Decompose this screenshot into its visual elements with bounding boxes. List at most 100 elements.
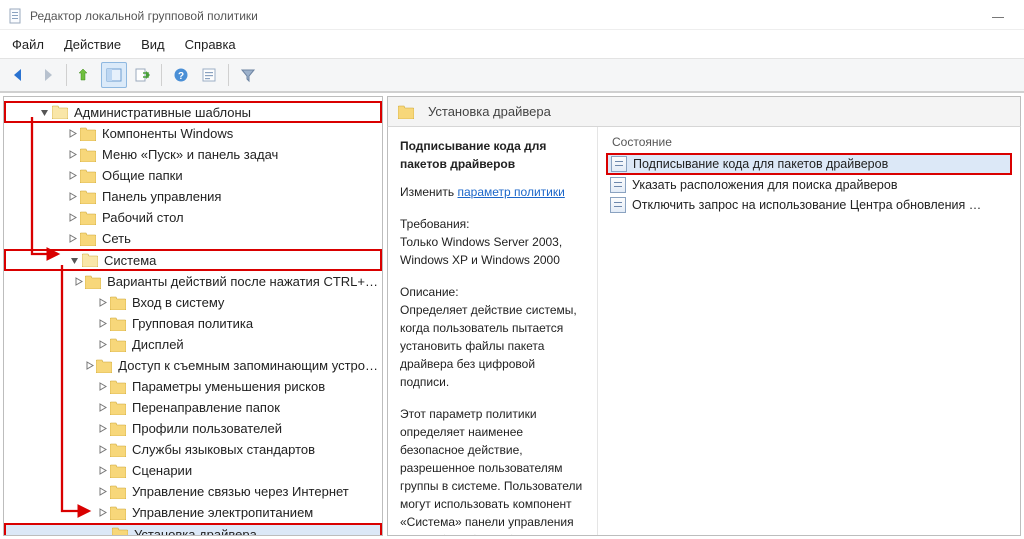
chevron-right-icon[interactable] bbox=[94, 508, 110, 517]
chevron-right-icon[interactable] bbox=[94, 403, 110, 412]
menu-file[interactable]: Файл bbox=[12, 37, 44, 52]
tree-item[interactable]: Панель управления bbox=[4, 186, 382, 207]
tree-item-driver-install[interactable]: Установка драйвера bbox=[4, 523, 382, 536]
show-hide-tree-button[interactable] bbox=[101, 62, 127, 88]
forward-button[interactable] bbox=[34, 62, 60, 88]
chevron-right-icon[interactable] bbox=[64, 171, 80, 180]
chevron-right-icon[interactable] bbox=[94, 298, 110, 307]
back-button[interactable] bbox=[6, 62, 32, 88]
minimize-button[interactable] bbox=[992, 13, 1006, 18]
menubar: Файл Действие Вид Справка bbox=[0, 30, 1024, 58]
folder-icon bbox=[80, 127, 96, 141]
setting-row[interactable]: Подписывание кода для пакетов драйверов bbox=[606, 153, 1012, 175]
settings-list: Состояние Подписывание кода для пакетов … bbox=[598, 127, 1020, 535]
chevron-down-icon[interactable] bbox=[66, 256, 82, 265]
tree-item-label: Административные шаблоны bbox=[74, 105, 251, 120]
setting-title: Подписывание кода для пакетов драйверов bbox=[400, 137, 585, 173]
chevron-right-icon[interactable] bbox=[64, 129, 80, 138]
change-prefix: Изменить bbox=[400, 185, 454, 199]
setting-icon bbox=[611, 156, 627, 172]
setting-label: Подписывание кода для пакетов драйверов bbox=[633, 157, 888, 171]
up-button[interactable] bbox=[73, 62, 99, 88]
description-text: Определяет действие системы, когда польз… bbox=[400, 301, 585, 391]
chevron-right-icon[interactable] bbox=[94, 382, 110, 391]
tree: Административные шаблоны Компоненты Windo… bbox=[4, 97, 382, 536]
menu-action[interactable]: Действие bbox=[64, 37, 121, 52]
setting-icon bbox=[610, 177, 626, 193]
folder-icon bbox=[112, 527, 128, 536]
tree-item[interactable]: Управление связью через Интернет bbox=[4, 481, 382, 502]
tree-item[interactable]: Меню «Пуск» и панель задач bbox=[4, 144, 382, 165]
titlebar: Редактор локальной групповой политики bbox=[0, 0, 1024, 30]
tree-item[interactable]: Групповая политика bbox=[4, 313, 382, 334]
tree-item-label: Профили пользователей bbox=[132, 421, 282, 436]
tree-item[interactable]: Дисплей bbox=[4, 334, 382, 355]
setting-row[interactable]: Указать расположения для поиска драйверо… bbox=[606, 175, 1012, 195]
tree-pane[interactable]: Административные шаблоны Компоненты Windo… bbox=[3, 96, 383, 536]
tree-item-label: Варианты действий после нажатия CTRL+… bbox=[107, 274, 378, 289]
toolbar: ? bbox=[0, 58, 1024, 92]
tree-item[interactable]: Сеть bbox=[4, 228, 382, 249]
separator-icon bbox=[161, 64, 162, 86]
tree-item[interactable]: Вход в систему bbox=[4, 292, 382, 313]
folder-icon bbox=[110, 464, 126, 478]
separator-icon bbox=[66, 64, 67, 86]
chevron-right-icon[interactable] bbox=[94, 340, 110, 349]
folder-icon bbox=[110, 422, 126, 436]
folder-icon bbox=[110, 380, 126, 394]
tree-item[interactable]: Рабочий стол bbox=[4, 207, 382, 228]
chevron-right-icon[interactable] bbox=[94, 424, 110, 433]
properties-icon[interactable] bbox=[196, 62, 222, 88]
folder-icon bbox=[96, 359, 112, 373]
svg-text:?: ? bbox=[178, 71, 184, 82]
window-controls bbox=[992, 13, 1016, 18]
folder-icon bbox=[80, 169, 96, 183]
folder-icon bbox=[80, 211, 96, 225]
menu-help[interactable]: Справка bbox=[185, 37, 236, 52]
chevron-right-icon[interactable] bbox=[82, 361, 96, 370]
help-icon[interactable]: ? bbox=[168, 62, 194, 88]
tree-item-label: Панель управления bbox=[102, 189, 221, 204]
chevron-right-icon[interactable] bbox=[64, 192, 80, 201]
folder-icon bbox=[110, 338, 126, 352]
tree-item-admin-templates[interactable]: Административные шаблоны bbox=[4, 101, 382, 123]
chevron-right-icon[interactable] bbox=[94, 445, 110, 454]
menu-view[interactable]: Вид bbox=[141, 37, 165, 52]
tree-item[interactable]: Управление электропитанием bbox=[4, 502, 382, 523]
tree-item-system[interactable]: Система bbox=[4, 249, 382, 271]
tree-item[interactable]: Сценарии bbox=[4, 460, 382, 481]
chevron-right-icon[interactable] bbox=[94, 466, 110, 475]
filter-icon[interactable] bbox=[235, 62, 261, 88]
chevron-right-icon[interactable] bbox=[73, 277, 85, 286]
tree-item[interactable]: Службы языковых стандартов bbox=[4, 439, 382, 460]
separator-icon bbox=[228, 64, 229, 86]
tree-item[interactable]: Компоненты Windows bbox=[4, 123, 382, 144]
tree-item[interactable]: Профили пользователей bbox=[4, 418, 382, 439]
description-label: Описание: bbox=[400, 283, 585, 301]
tree-item[interactable]: Доступ к съемным запоминающим устро… bbox=[4, 355, 382, 376]
tree-item-label: Групповая политика bbox=[132, 316, 253, 331]
chevron-down-icon[interactable] bbox=[36, 108, 52, 117]
chevron-right-icon[interactable] bbox=[94, 487, 110, 496]
export-button[interactable] bbox=[129, 62, 155, 88]
tree-item-label: Установка драйвера bbox=[134, 527, 257, 537]
folder-icon bbox=[110, 296, 126, 310]
tree-item[interactable]: Параметры уменьшения рисков bbox=[4, 376, 382, 397]
column-header-state[interactable]: Состояние bbox=[606, 131, 1012, 153]
edit-policy-link[interactable]: параметр политики bbox=[457, 185, 564, 199]
folder-icon bbox=[110, 485, 126, 499]
tree-item-label: Перенаправление папок bbox=[132, 400, 280, 415]
tree-item[interactable]: Общие папки bbox=[4, 165, 382, 186]
chevron-right-icon[interactable] bbox=[64, 234, 80, 243]
details-header: Установка драйвера bbox=[387, 96, 1021, 127]
details-pane: Установка драйвера Подписывание кода для… bbox=[387, 96, 1021, 536]
chevron-right-icon[interactable] bbox=[64, 150, 80, 159]
setting-row[interactable]: Отключить запрос на использование Центра… bbox=[606, 195, 1012, 215]
folder-icon bbox=[110, 506, 126, 520]
app-icon bbox=[8, 8, 24, 24]
chevron-right-icon[interactable] bbox=[64, 213, 80, 222]
tree-item[interactable]: Варианты действий после нажатия CTRL+… bbox=[4, 271, 382, 292]
chevron-right-icon[interactable] bbox=[94, 319, 110, 328]
tree-item[interactable]: Перенаправление папок bbox=[4, 397, 382, 418]
tree-item-label: Управление электропитанием bbox=[132, 505, 313, 520]
